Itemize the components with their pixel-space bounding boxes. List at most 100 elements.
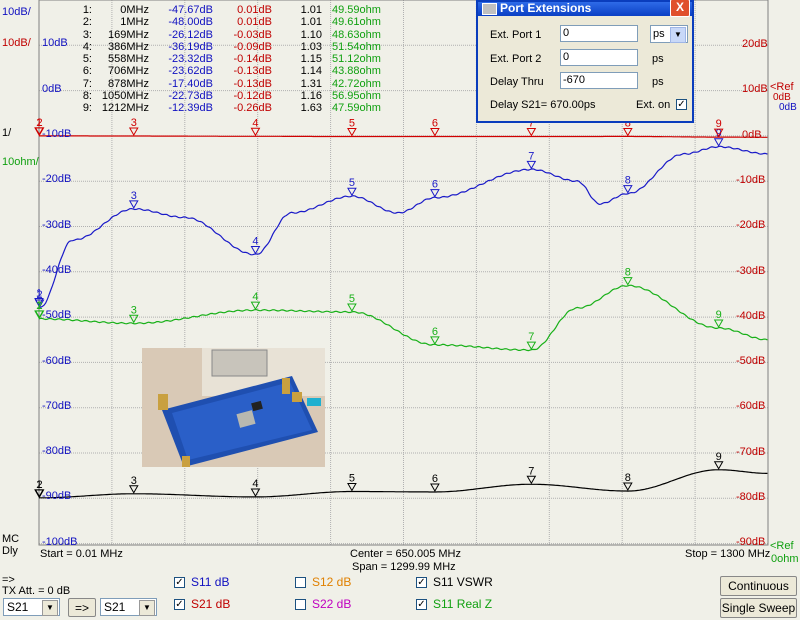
single-sweep-button[interactable]: Single Sweep (720, 598, 797, 618)
parameter-select-left[interactable]: S21 ▼ (3, 598, 60, 616)
right-axis-label: -80dB (736, 491, 766, 503)
s11-vswr-checkbox[interactable]: ✓ (416, 577, 427, 588)
dialog-title: Port Extensions (500, 1, 592, 15)
marker-triangle (347, 483, 357, 492)
marker-vswr-cell: 1.16 (300, 90, 322, 103)
marker-triangle (128, 485, 139, 494)
s11-scale-label: 10dB/ (2, 6, 31, 18)
marker-triangle (526, 475, 537, 485)
marker-triangle (713, 461, 724, 470)
ext-on-checkbox[interactable]: ✓ (676, 99, 687, 110)
marker-triangle (250, 127, 261, 137)
marker-n-cell: 2: (82, 16, 92, 29)
marker-triangle (250, 301, 261, 311)
marker-s11-cell: -26.12dB (168, 28, 213, 41)
stop-frequency: Stop = 1300 MHz (685, 548, 771, 560)
marker-z-cell: 49.61ohm (332, 16, 381, 29)
marker-n-cell: 6: (82, 65, 92, 78)
ref-bottom-value: 0ohm (771, 553, 799, 565)
s22-db-checkbox[interactable] (295, 599, 306, 610)
ext-port-2-input[interactable]: 0 (560, 49, 638, 66)
marker-z-cell: 51.12ohm (332, 53, 381, 66)
marker-s21-cell: -0.13dB (233, 77, 272, 90)
delay-thru-label: Delay Thru (490, 76, 544, 88)
marker-number: 7 (528, 331, 534, 343)
start-frequency: Start = 0.01 MHz (40, 548, 123, 560)
marker-triangle (622, 482, 633, 492)
ext-port-1-input[interactable]: 0 (560, 25, 638, 42)
s12-db-checkbox[interactable] (295, 577, 306, 588)
close-button[interactable]: X (670, 0, 690, 17)
marker-number: 5 (349, 118, 355, 130)
marker-number: 8 (625, 472, 631, 484)
marker-row: 3: 169MHz -26.12dB -0.03dB 1.10 48.63ohm (78, 29, 392, 41)
marker-z-cell: 49.59ohm (332, 4, 381, 16)
marker-triangle (128, 200, 139, 209)
tx-attenuation: TX Att. = 0 dB (2, 585, 71, 597)
continuous-button[interactable]: Continuous (720, 576, 797, 596)
s11-db-checkbox[interactable]: ✓ (174, 577, 185, 588)
center-frequency: Center = 650.005 MHz (350, 548, 461, 560)
marker-s21-cell: -0.03dB (233, 28, 272, 41)
left-axis-label: -80dB (42, 445, 72, 458)
marker-f-cell: 1MHz (120, 16, 149, 29)
marker-row: 4: 386MHz -36.19dB -0.09dB 1.03 51.54ohm (78, 41, 392, 53)
left-axis-label: -70dB (42, 399, 72, 412)
unit-select[interactable]: ps ▼ (650, 25, 688, 43)
marker-s21-cell: -0.12dB (233, 90, 272, 103)
ref-top-value-2: 0dB (779, 102, 797, 113)
left-axis-label: -30dB (42, 218, 72, 231)
marker-z-cell: 43.88ohm (332, 65, 381, 78)
left-axis-label: -60dB (42, 354, 72, 367)
marker-number: 3 (131, 475, 137, 487)
marker-s21-cell: -0.26dB (233, 102, 272, 115)
marker-triangle (128, 127, 139, 137)
marker-vswr-cell: 1.15 (300, 53, 322, 66)
chevron-down-icon[interactable]: ▼ (42, 600, 58, 616)
port-extensions-dialog[interactable]: Port Extensions X Ext. Port 1 0 ps ▼ Ext… (476, 0, 694, 123)
marker-number: 9 (716, 451, 722, 463)
marker-row: 9: 1212MHz -12.39dB -0.26dB 1.63 47.59ohm (78, 102, 392, 114)
s21-db-label: S21 dB (191, 597, 231, 611)
s11-realz-checkbox[interactable]: ✓ (416, 599, 427, 610)
marker-row: 2: 1MHz -48.00dB 0.01dB 1.01 49.61ohm (78, 16, 392, 28)
marker-number: 3 (131, 117, 137, 129)
marker-z-cell: 48.63ohm (332, 28, 381, 41)
parameter-select-right[interactable]: S21 ▼ (100, 598, 157, 616)
marker-triangle (622, 127, 633, 137)
left-axis-label: -10dB (42, 128, 72, 140)
marker-triangle (622, 185, 633, 194)
marker-number: 3 (131, 190, 137, 202)
right-axis-label: -50dB (736, 355, 766, 368)
marker-number: 5 (349, 473, 355, 485)
right-axis-label: 0dB (742, 128, 762, 141)
right-axis-label: -70dB (736, 445, 766, 458)
marker-vswr-cell: 1.03 (300, 40, 322, 53)
delay-thru-input[interactable]: -670 (560, 72, 638, 89)
marker-n-cell: 9: (82, 102, 92, 115)
marker-s21-cell: 0.01dB (237, 16, 272, 29)
marker-table: 1: 0MHz -47.67dB 0.01dB 1.01 49.59ohm 2: 1MHz -4… (78, 4, 392, 115)
dialog-title-bar[interactable]: Port Extensions X (478, 0, 692, 17)
marker-vswr-cell: 1.63 (300, 102, 322, 115)
chevron-down-icon[interactable]: ▼ (139, 600, 155, 616)
marker-z-cell: 56.95ohm (332, 90, 381, 103)
marker-triangle (347, 128, 357, 137)
marker-vswr-cell: 1.01 (300, 4, 322, 16)
s21-db-checkbox[interactable]: ✓ (174, 599, 185, 610)
right-axis-label: -20dB (736, 219, 766, 232)
marker-triangle (347, 303, 357, 313)
s11-realz-label: S11 Real Z (433, 597, 493, 611)
ext-on-label: Ext. on (636, 99, 671, 111)
marker-s11-cell: -12.39dB (168, 102, 213, 115)
chevron-down-icon[interactable]: ▼ (670, 27, 686, 43)
marker-f-cell: 878MHz (108, 77, 149, 90)
marker-number: 3 (131, 304, 137, 316)
marker-triangle (347, 187, 357, 197)
delay-thru-unit: ps (652, 76, 664, 88)
marker-n-cell: 4: (82, 40, 92, 53)
marker-triangle (713, 138, 724, 147)
delay-s21-readout: Delay S21= 670.00ps (490, 99, 596, 111)
marker-f-cell: 1212MHz (101, 102, 149, 115)
copy-trace-button[interactable]: => (68, 598, 96, 617)
